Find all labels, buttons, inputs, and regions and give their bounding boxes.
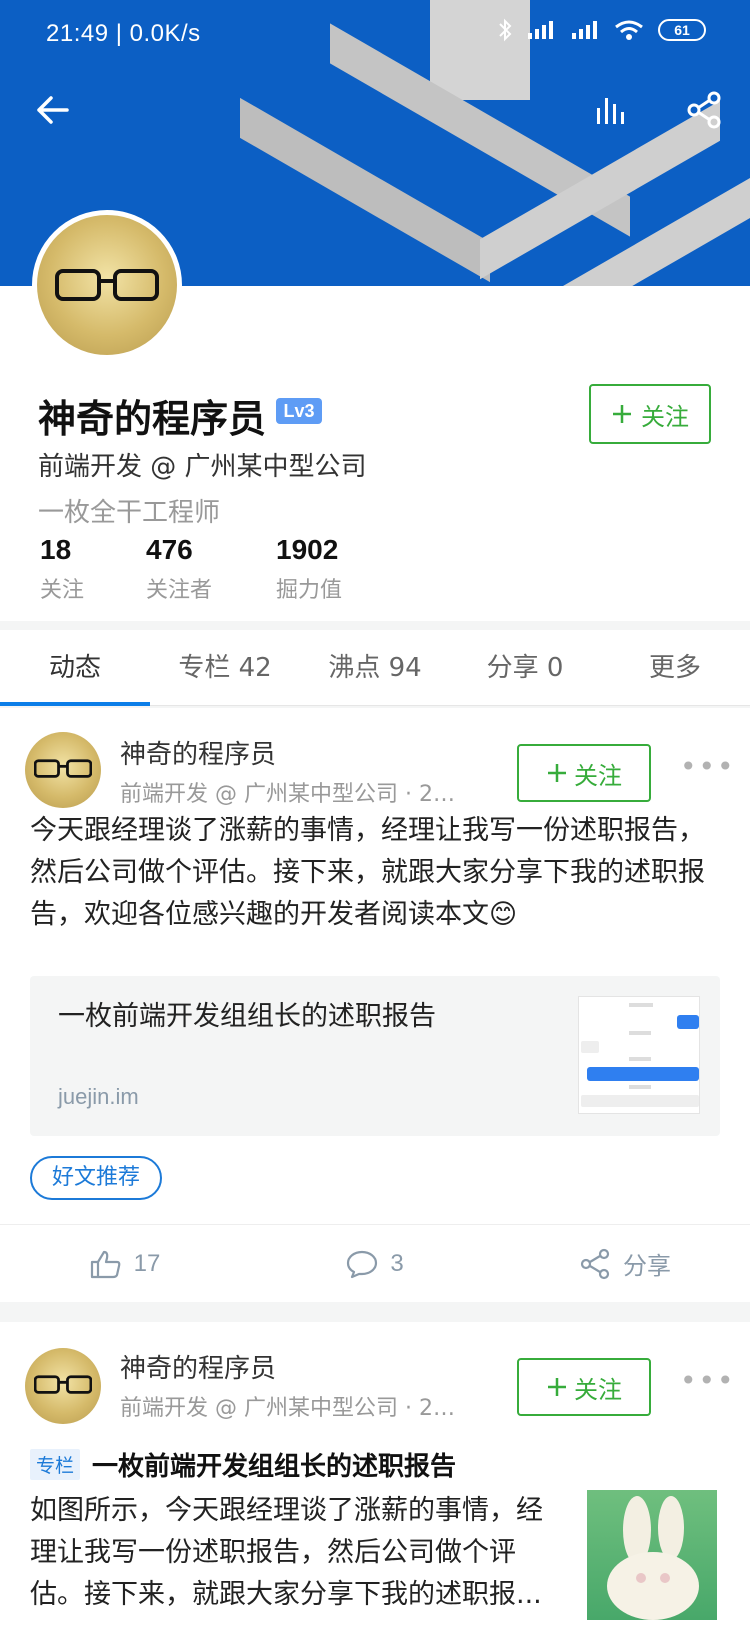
- post-follow-button[interactable]: 关注: [517, 1358, 651, 1416]
- plus-icon: [548, 764, 566, 782]
- follow-label: 关注: [574, 1375, 622, 1404]
- article-excerpt: 如图所示，今天跟经理谈了涨薪的事情，经理让我写一份述职报告，然后公司做个评估。接…: [30, 1495, 543, 1610]
- stats-button[interactable]: [584, 82, 640, 138]
- plus-icon: [613, 405, 631, 423]
- post-meta: 前端开发 @ 广州某中型公司 · 20...: [120, 1396, 465, 1421]
- stat-following[interactable]: 18 关注: [40, 534, 84, 604]
- signal-hd-icon: [572, 21, 597, 39]
- share-button[interactable]: [676, 82, 732, 138]
- stat-number: 1902: [276, 534, 339, 565]
- wifi-icon: [615, 20, 643, 40]
- tab-pins[interactable]: 沸点 94: [300, 630, 450, 705]
- avatar-glasses-icon: [55, 269, 159, 301]
- post-meta: 前端开发 @ 广州某中型公司 · 20...: [120, 782, 465, 807]
- more-dots-icon[interactable]: •••: [680, 1364, 736, 1397]
- link-preview[interactable]: 一枚前端开发组组长的述职报告 juejin.im: [30, 976, 720, 1136]
- stat-power[interactable]: 1902 掘力值: [276, 534, 342, 604]
- more-dots-icon[interactable]: •••: [680, 750, 736, 783]
- share-label: 分享: [623, 1253, 671, 1280]
- comment-button[interactable]: 3: [250, 1225, 500, 1302]
- avatar-glasses-icon: [34, 1375, 92, 1394]
- signal-icon: [528, 21, 553, 39]
- post-avatar[interactable]: [25, 1348, 101, 1424]
- plus-icon: [548, 1378, 566, 1396]
- post-avatar[interactable]: [25, 732, 101, 808]
- back-button[interactable]: [24, 82, 80, 138]
- tab-more[interactable]: 更多: [600, 630, 750, 705]
- link-title: 一枚前端开发组组长的述职报告: [58, 1001, 436, 1032]
- post-author[interactable]: 神奇的程序员: [120, 1348, 276, 1385]
- like-button[interactable]: 17: [0, 1225, 250, 1302]
- share-icon: [687, 91, 721, 129]
- battery-indicator: 61: [658, 19, 706, 41]
- column-tag: 专栏: [30, 1449, 81, 1480]
- stat-label: 关注者: [146, 578, 213, 603]
- post-author[interactable]: 神奇的程序员: [120, 734, 276, 771]
- stat-followers[interactable]: 476 关注者: [146, 534, 212, 604]
- follow-label: 关注: [574, 761, 622, 790]
- profile-name: 神奇的程序员: [38, 397, 267, 441]
- like-count: 17: [133, 1249, 161, 1277]
- chat-screenshot-thumbnail: [581, 1003, 699, 1107]
- thumbs-up-icon: [90, 1250, 120, 1278]
- bar-chart-icon: [597, 98, 624, 124]
- stat-number: 476: [146, 534, 193, 565]
- link-url: juejin.im: [58, 1084, 139, 1109]
- feed-card: 神奇的程序员 前端开发 @ 广州某中型公司 · 20... 关注 ••• 今天跟…: [0, 708, 750, 1302]
- follow-button[interactable]: 关注: [589, 384, 711, 444]
- profile-job: 前端开发 @ 广州某中型公司: [38, 452, 367, 482]
- share-action[interactable]: 分享: [500, 1225, 750, 1302]
- feed-card: 神奇的程序员 前端开发 @ 广州某中型公司 · 20... 关注 ••• 专栏 …: [0, 1322, 750, 1625]
- post-follow-button[interactable]: 关注: [517, 744, 651, 802]
- stat-number: 18: [40, 534, 72, 565]
- level-badge: Lv3: [276, 398, 322, 424]
- status-time: 21:49 | 0.0K/s: [46, 20, 201, 47]
- profile-motto: 一枚全干工程师: [38, 498, 221, 528]
- bluetooth-icon: [499, 18, 512, 42]
- post-text: 今天跟经理谈了涨薪的事情，经理让我写一份述职报告，然后公司做个评估。接下来，就跟…: [30, 815, 705, 930]
- status-icons: 61: [498, 18, 706, 42]
- stat-label: 掘力值: [276, 578, 343, 603]
- share-icon: [580, 1248, 610, 1279]
- topic-tag[interactable]: 好文推荐: [30, 1156, 163, 1200]
- comment-count: 3: [390, 1249, 404, 1277]
- article-thumbnail[interactable]: [587, 1490, 717, 1620]
- tab-columns[interactable]: 专栏 42: [150, 630, 300, 705]
- link-thumbnail: [578, 996, 700, 1114]
- back-arrow-icon: [37, 96, 69, 124]
- follow-label: 关注: [641, 402, 689, 431]
- article-title[interactable]: 一枚前端开发组组长的述职报告: [92, 1446, 456, 1483]
- post-actions: 17 3 分享: [0, 1224, 750, 1302]
- avatar[interactable]: [32, 210, 182, 360]
- flower-bunny-thumbnail: [607, 1496, 699, 1620]
- status-bar: 21:49 | 0.0K/s 61: [0, 0, 750, 70]
- stat-label: 关注: [40, 578, 85, 603]
- tab-shares[interactable]: 分享 0: [450, 630, 600, 705]
- tab-activity[interactable]: 动态: [0, 630, 150, 706]
- profile-tabs: 动态 专栏 42 沸点 94 分享 0 更多: [0, 630, 750, 706]
- avatar-glasses-icon: [34, 759, 92, 778]
- comment-icon: [347, 1250, 378, 1278]
